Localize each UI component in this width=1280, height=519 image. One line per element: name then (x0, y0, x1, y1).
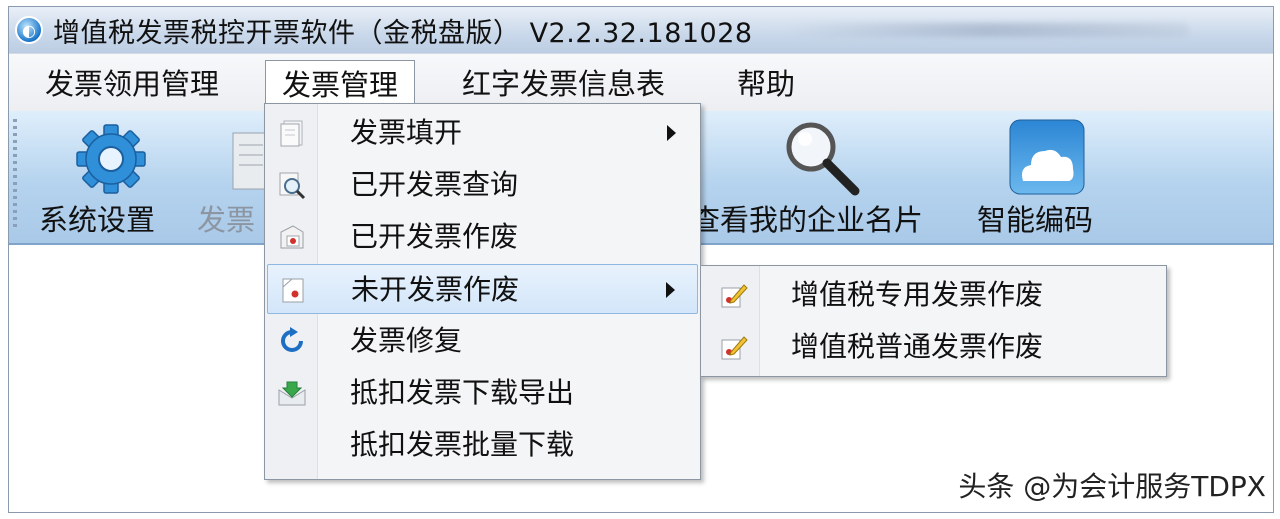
toolbar-grip[interactable] (13, 119, 17, 229)
toolbar-label-invoice[interactable]: 发票 (197, 197, 255, 239)
submenu-item-normal-void[interactable]: 增值税普通发票作废 (703, 322, 1164, 372)
app-window: ◐ 增值税发票税控开票软件（金税盘版） V2.2.32.181028 发票领用管… (8, 6, 1274, 513)
invoice-void-icon (277, 222, 307, 252)
blurred-title-region (789, 23, 1189, 37)
dropdown-item-invoice-fill[interactable]: 发票填开 (267, 108, 698, 158)
dropdown-item-label: 抵扣发票下载导出 (350, 376, 575, 409)
dropdown-item-label: 发票填开 (350, 116, 463, 149)
dropdown-item-issued-query[interactable]: 已开发票查询 (267, 160, 698, 210)
dropdown-item-label: 发票修复 (350, 324, 463, 357)
dropdown-item-label: 抵扣发票批量下载 (350, 428, 575, 461)
dropdown-item-issued-void[interactable]: 已开发票作废 (267, 212, 698, 262)
title-bar: ◐ 增值税发票税控开票软件（金税盘版） V2.2.32.181028 (9, 7, 1273, 53)
invoice-manage-dropdown: 发票填开 已开发票查询 已开发票作废 未开发票作废 发票修复 抵扣发票下载导出 … (264, 103, 701, 480)
blank-invoice-void-icon (278, 275, 308, 305)
dropdown-item-label: 已开发票查询 (350, 168, 519, 201)
magnifier-icon[interactable] (781, 117, 863, 199)
watermark-text: 头条 @为会计服务TDPX (958, 470, 1266, 503)
invoice-fill-icon (277, 118, 307, 148)
invoice-search-icon (277, 170, 307, 200)
dropdown-item-batch-download[interactable]: 抵扣发票批量下载 (267, 420, 698, 470)
download-export-icon (277, 378, 307, 408)
app-logo-icon: ◐ (15, 16, 43, 44)
window-title: 增值税发票税控开票软件（金税盘版） V2.2.32.181028 (53, 17, 753, 49)
menu-invoice-receive[interactable]: 发票领用管理 (29, 60, 235, 108)
edit-pen-icon (719, 332, 749, 362)
repair-refresh-icon (277, 326, 307, 356)
submenu-item-special-void[interactable]: 增值税专用发票作废 (703, 270, 1164, 320)
submenu-item-label: 增值税专用发票作废 (791, 278, 1044, 311)
dropdown-item-download-export[interactable]: 抵扣发票下载导出 (267, 368, 698, 418)
edit-pen-icon (719, 280, 749, 310)
cloud-icon[interactable] (1009, 119, 1085, 195)
dropdown-item-blank-void[interactable]: 未开发票作废 (267, 264, 698, 314)
submenu-item-label: 增值税普通发票作废 (791, 330, 1044, 363)
dropdown-item-repair[interactable]: 发票修复 (267, 316, 698, 366)
toolbar-label-company-card[interactable]: 查看我的企业名片 (691, 197, 923, 239)
menu-red-invoice-info[interactable]: 红字发票信息表 (446, 60, 681, 108)
gear-icon[interactable] (73, 121, 149, 197)
dropdown-item-label: 已开发票作废 (350, 220, 519, 253)
toolbar-label-settings[interactable]: 系统设置 (39, 197, 155, 239)
submenu-arrow-icon (666, 282, 675, 298)
submenu-arrow-icon (667, 125, 676, 141)
toolbar-label-smart-coding[interactable]: 智能编码 (977, 197, 1093, 239)
blank-void-submenu: 增值税专用发票作废 增值税普通发票作废 (700, 265, 1167, 377)
dropdown-item-label: 未开发票作废 (351, 273, 520, 306)
menu-help[interactable]: 帮助 (721, 60, 811, 108)
